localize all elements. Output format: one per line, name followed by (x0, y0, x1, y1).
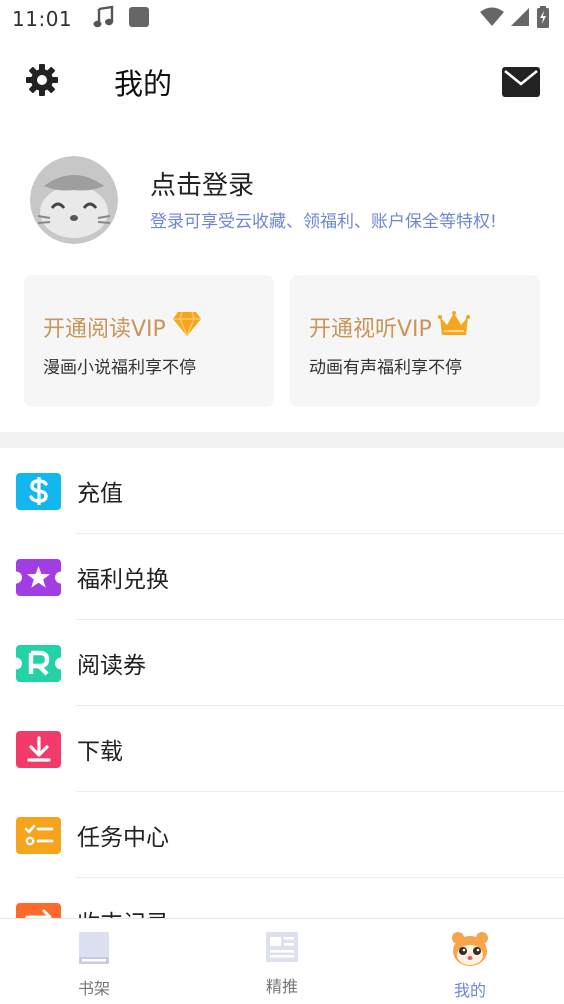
mail-icon[interactable] (502, 67, 540, 97)
nav-label: 书架 (77, 979, 110, 998)
menu-list: 充值 福利兑换 阅读券 下载 任务中心 (0, 448, 564, 920)
menu-item-label: 阅读券 (77, 653, 146, 679)
vip-cards: 开通阅读VIP 漫画小说福利享不停 开通视听VIP 动画有声福利享不停 (24, 275, 540, 407)
nav-item-mine[interactable]: 我的 (376, 919, 564, 1004)
nav-label: 精推 (265, 977, 298, 996)
menu-item-label: 充值 (77, 481, 123, 507)
menu-item-label: 任务中心 (77, 825, 169, 851)
login-title[interactable]: 点击登录 (150, 169, 497, 203)
vip-card-subtitle: 动画有声福利享不停 (309, 358, 462, 378)
login-profile[interactable]: 点击登录 登录可享受云收藏、领福利、账户保全等特权! (30, 156, 497, 244)
vip-card-title: 开通阅读VIP (43, 317, 166, 342)
audio-visual-vip-card[interactable]: 开通视听VIP 动画有声福利享不停 (290, 275, 540, 407)
avatar[interactable] (30, 156, 118, 244)
nav-item-featured[interactable]: 精推 (188, 919, 376, 1004)
wifi-icon (480, 7, 504, 31)
star-ticket-icon (16, 558, 61, 596)
battery-icon (536, 6, 550, 32)
menu-item-download[interactable]: 下载 (0, 706, 564, 792)
square-notification-icon (128, 6, 150, 32)
menu-item-label: 下载 (77, 739, 123, 765)
task-list-icon (16, 816, 61, 854)
dollar-icon (16, 472, 61, 510)
signal-icon (510, 7, 530, 31)
nav-item-bookshelf[interactable]: 书架 (0, 919, 188, 1004)
mascot-icon (450, 931, 490, 971)
music-icon (92, 5, 114, 33)
vip-card-title: 开通视听VIP (309, 317, 432, 342)
page-title: 我的 (114, 67, 173, 101)
r-ticket-icon (16, 644, 61, 682)
gear-icon[interactable] (24, 62, 60, 102)
section-divider (0, 432, 564, 448)
menu-item-benefit-exchange[interactable]: 福利兑换 (0, 534, 564, 620)
nav-label: 我的 (453, 981, 486, 1000)
news-icon (265, 931, 299, 967)
menu-item-income-expense-record[interactable]: 收支记录 (0, 878, 564, 920)
download-icon (16, 730, 61, 768)
reading-vip-card[interactable]: 开通阅读VIP 漫画小说福利享不停 (24, 275, 274, 407)
app-header: 我的 (0, 50, 564, 114)
status-bar: 11:01 (0, 0, 564, 38)
menu-item-label: 福利兑换 (77, 567, 169, 593)
login-subtitle: 登录可享受云收藏、领福利、账户保全等特权! (150, 211, 497, 232)
menu-item-reading-coupon[interactable]: 阅读券 (0, 620, 564, 706)
crown-icon (432, 311, 470, 343)
status-time: 11:01 (12, 7, 73, 31)
vip-card-subtitle: 漫画小说福利享不停 (43, 358, 196, 378)
diamond-icon (166, 311, 202, 343)
menu-item-task-center[interactable]: 任务中心 (0, 792, 564, 878)
bottom-nav: 书架 精推 我的 (0, 918, 564, 1004)
menu-item-recharge[interactable]: 充值 (0, 448, 564, 534)
bookshelf-icon (78, 931, 110, 969)
